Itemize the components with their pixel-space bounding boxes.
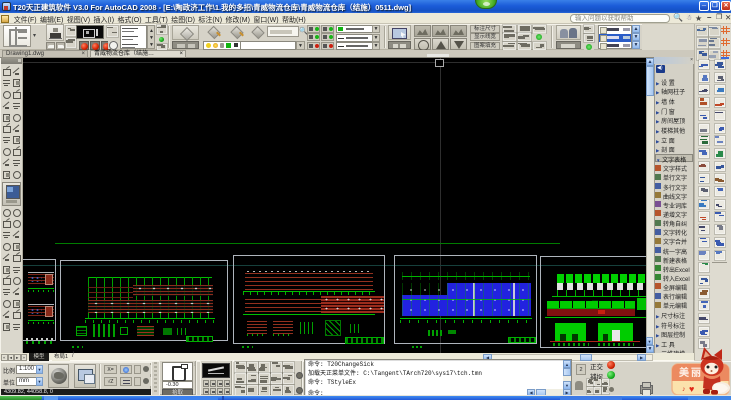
- svg-text:♪: ♪: [682, 386, 686, 393]
- svg-text:♥: ♥: [689, 384, 694, 394]
- svg-text:美丽: 美丽: [679, 366, 703, 379]
